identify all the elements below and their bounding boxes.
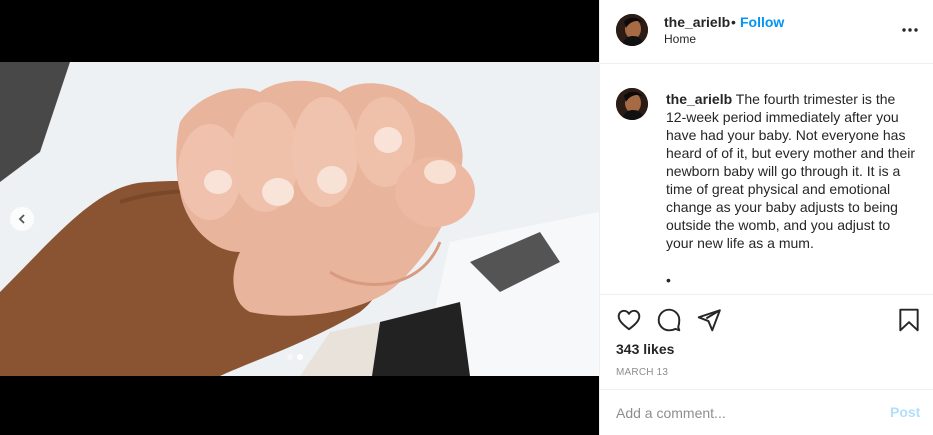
heart-icon[interactable]: [616, 307, 642, 333]
post-location[interactable]: Home: [664, 32, 696, 46]
caption-text-block: the_arielb The fourth trimester is the 1…: [666, 90, 916, 252]
post-photo[interactable]: [0, 62, 599, 376]
comment-bar: Post: [600, 389, 933, 435]
comment-icon[interactable]: [656, 307, 682, 333]
comment-input[interactable]: [616, 400, 866, 426]
profile-picture: [616, 88, 648, 120]
post-comment-button[interactable]: Post: [890, 404, 920, 420]
post-media: [0, 0, 599, 435]
avatar[interactable]: [616, 14, 648, 46]
avatar[interactable]: [616, 88, 648, 120]
separator-dot: •: [731, 14, 736, 30]
follow-button[interactable]: Follow: [740, 14, 784, 30]
caption-username[interactable]: the_arielb: [666, 91, 732, 107]
more-options-button[interactable]: [900, 20, 920, 40]
post-author-username[interactable]: the_arielb: [664, 14, 730, 30]
post-side-panel: the_arielb • Follow Home the_arielb The …: [599, 0, 933, 435]
post-actions: 343 likes MARCH 13: [600, 294, 933, 388]
carousel-indicator: [287, 354, 303, 360]
post-header: the_arielb • Follow Home: [600, 0, 933, 64]
likes-count[interactable]: 343 likes: [616, 341, 674, 357]
caption-text: The fourth trimester is the 12-week peri…: [666, 91, 916, 251]
chevron-left-icon: [18, 214, 25, 224]
carousel-dot: [287, 354, 293, 360]
baby-hand-photo: [0, 62, 599, 376]
post-date[interactable]: MARCH 13: [616, 367, 668, 378]
bookmark-icon[interactable]: [896, 307, 922, 333]
profile-picture: [616, 14, 648, 46]
instagram-post-modal: the_arielb • Follow Home the_arielb The …: [0, 0, 933, 435]
carousel-dot-active: [297, 354, 303, 360]
share-icon[interactable]: [696, 307, 722, 333]
caption-bullet: •: [666, 272, 671, 288]
carousel-prev-button[interactable]: [10, 207, 34, 231]
more-options-icon: [902, 28, 918, 32]
